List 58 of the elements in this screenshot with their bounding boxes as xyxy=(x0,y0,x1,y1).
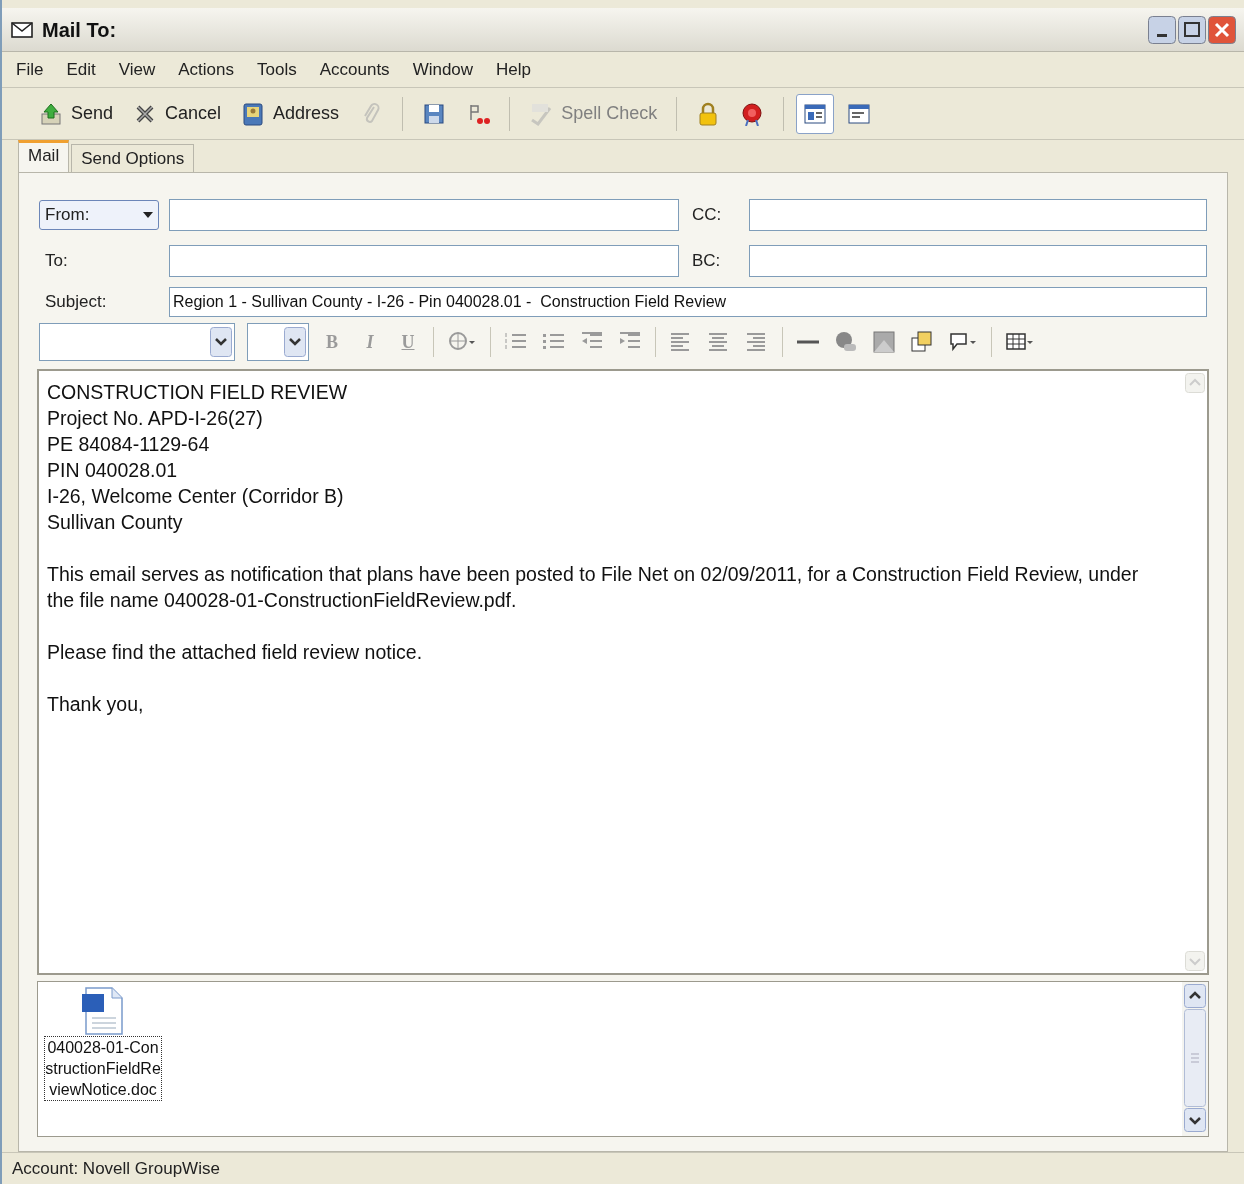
scroll-down-icon[interactable] xyxy=(1184,1108,1206,1132)
cancel-button[interactable]: Cancel xyxy=(126,93,229,134)
speech-bubble-icon[interactable] xyxy=(948,330,978,354)
field-label: Subject: xyxy=(44,291,108,314)
message-text: Please find the attached field review notice. xyxy=(47,640,424,665)
scrollbar[interactable] xyxy=(1182,982,1208,1136)
address-book-icon xyxy=(241,101,266,126)
send-button[interactable]: Send xyxy=(32,93,121,134)
menu-item[interactable]: Edit xyxy=(64,56,98,83)
address-button[interactable]: Address xyxy=(234,93,347,134)
envelope-icon xyxy=(10,19,34,40)
input-field[interactable] xyxy=(749,245,1207,277)
message-text: This email serves as notification that plans have been posted to File Net on 02/09/2011, for a Construction Field Review, under the file name 040028-01-ConstructionFieldReview.pdf. xyxy=(47,562,1140,613)
menu-item[interactable]: File xyxy=(14,56,46,83)
window-title: Mail To: xyxy=(42,17,117,43)
message-text: Project No. APD-I-26(27) xyxy=(47,406,264,431)
field-label: BC: xyxy=(691,250,722,273)
field-label: To: xyxy=(44,250,69,273)
caret-icon xyxy=(284,327,306,357)
image-icon[interactable] xyxy=(872,330,896,354)
subject-field[interactable]: Region 1 - Sullivan County - I-26 - Pin 040028.01 - Construction Field Review xyxy=(169,287,1207,317)
menu-item[interactable]: Help xyxy=(494,56,534,83)
message-text: I-26, Welcome Center (Corridor B) xyxy=(47,484,345,509)
copy-picture-icon[interactable] xyxy=(910,330,934,354)
scroll-thumb-icon[interactable] xyxy=(1184,1009,1206,1107)
input-field[interactable] xyxy=(749,199,1207,231)
maximize-button[interactable] xyxy=(1178,15,1206,44)
minimize-button[interactable] xyxy=(1148,15,1176,44)
field-label: CC: xyxy=(691,204,723,227)
input-field[interactable] xyxy=(169,199,679,231)
menu-item[interactable]: Tools xyxy=(255,56,299,83)
from-dropdown[interactable]: From: xyxy=(39,200,159,230)
size-dropdown[interactable] xyxy=(247,323,309,361)
spell-check-icon xyxy=(529,101,554,126)
upload-icon xyxy=(39,101,63,126)
message-text: PIN 040028.01 xyxy=(47,458,179,483)
attachment-label[interactable]: 040028-01-ConstructionFieldReviewNotice.doc xyxy=(44,1036,162,1101)
layout-button[interactable] xyxy=(796,93,835,134)
tab[interactable]: Mail xyxy=(18,140,70,172)
font-dropdown[interactable] xyxy=(39,323,235,361)
message-text: PE 84084-1129-64 xyxy=(47,432,211,457)
layout-icon xyxy=(803,101,828,126)
scroll-up-icon[interactable] xyxy=(1184,984,1206,1008)
input-field[interactable] xyxy=(169,245,679,277)
tab[interactable]: Send Options xyxy=(71,144,195,172)
seal-icon xyxy=(740,101,765,126)
status-text: Account: Novell GroupWise xyxy=(12,1157,220,1180)
layout-icon xyxy=(847,101,872,126)
caret-icon xyxy=(210,327,232,357)
message-text: Thank you, xyxy=(47,692,145,717)
menu-item[interactable]: Accounts xyxy=(317,56,392,83)
menu-item[interactable]: Window xyxy=(410,56,476,83)
menu-item[interactable]: Actions xyxy=(176,56,236,83)
message-text: CONSTRUCTION FIELD REVIEW xyxy=(47,380,349,405)
caret-icon xyxy=(143,212,153,218)
menu-item[interactable]: View xyxy=(116,56,158,83)
close-button[interactable] xyxy=(1208,15,1236,44)
message-text: Sullivan County xyxy=(47,510,184,535)
